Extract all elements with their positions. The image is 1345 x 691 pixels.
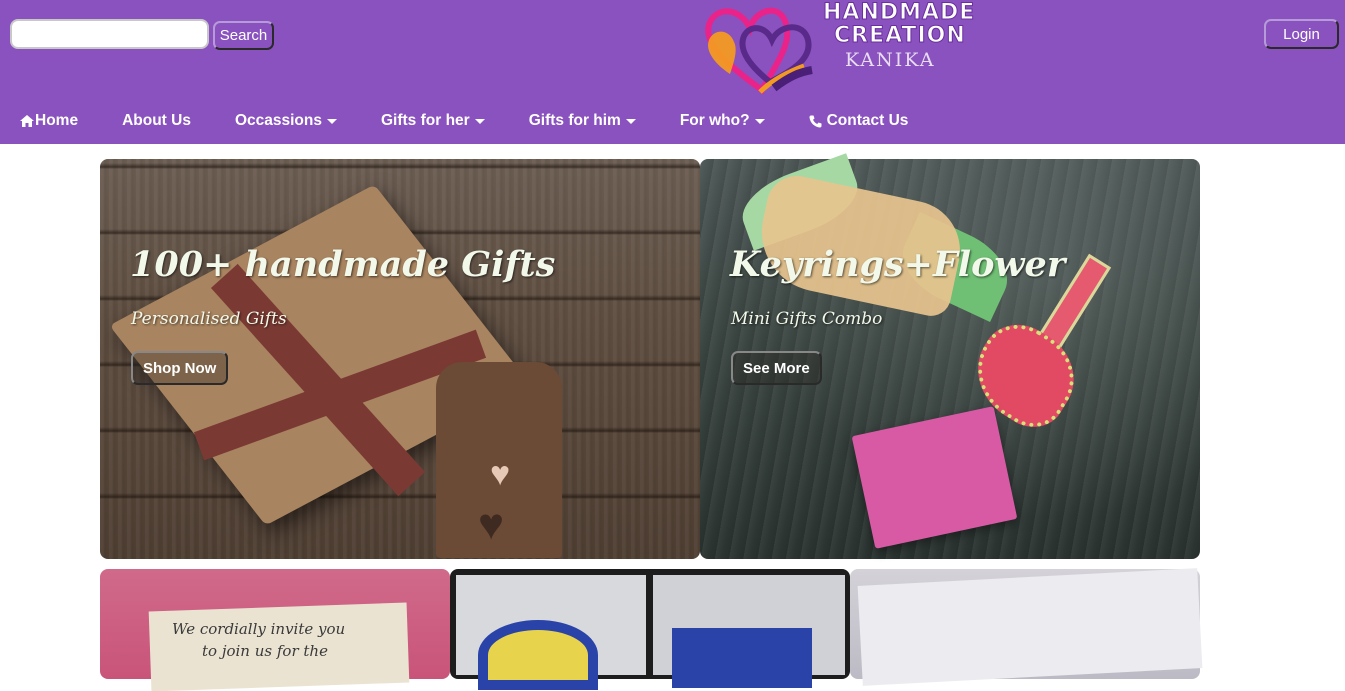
nav-item-label: Home — [35, 112, 79, 129]
nav-item-label: Contact Us — [826, 112, 909, 129]
chevron-down-icon — [474, 118, 485, 124]
search-button[interactable]: Search — [213, 21, 274, 50]
sketch-image — [857, 568, 1203, 686]
nav-item-gifts-for-him[interactable]: Gifts for him — [529, 112, 636, 130]
home-icon — [20, 115, 34, 127]
smiley-face-image — [478, 620, 598, 690]
login-button[interactable]: Login — [1264, 19, 1339, 49]
nav-item-for-who[interactable]: For who? — [680, 112, 765, 130]
heart-icon: ♥ — [478, 500, 505, 549]
smiley-face-image — [672, 628, 812, 688]
nav-item-contact[interactable]: Contact Us — [809, 112, 909, 130]
shop-now-button[interactable]: Shop Now — [131, 351, 229, 385]
invitation-line: to join us for the — [202, 642, 328, 660]
nav-item-label: Occassions — [234, 112, 322, 129]
hearts-logo-icon — [705, 7, 813, 95]
nav-item-label: About Us — [122, 112, 191, 129]
phone-icon — [809, 115, 822, 128]
nav-item-label: Gifts for him — [528, 112, 621, 129]
nav-item-gifts-for-her[interactable]: Gifts for her — [381, 112, 485, 130]
nav-item-label: Gifts for her — [381, 112, 470, 129]
brand-line2: CREATION — [834, 23, 966, 49]
nav-item-occasions[interactable]: Occassions — [235, 112, 337, 130]
nav-item-home[interactable]: Home — [20, 112, 78, 130]
chevron-down-icon — [625, 118, 636, 124]
see-more-button[interactable]: See More — [731, 351, 822, 385]
nav-item-label: For who? — [679, 112, 750, 129]
chevron-down-icon — [327, 118, 337, 124]
invitation-line: We cordially invite you — [172, 620, 346, 638]
search-input[interactable] — [10, 19, 209, 49]
slide-title: Keyrings+Flower — [730, 244, 1066, 285]
chevron-down-icon — [754, 118, 765, 124]
site-header: Search HANDMADE CREATION KANIKA Login Ho… — [0, 0, 1345, 144]
heart-icon: ♥ — [490, 455, 511, 493]
nav-item-about[interactable]: About Us — [122, 112, 191, 130]
slide-subtitle: Mini Gifts Combo — [731, 309, 883, 329]
brand-line1: HANDMADE — [822, 0, 976, 26]
site-logo[interactable]: HANDMADE CREATION KANIKA — [700, 0, 980, 96]
slide-subtitle: Personalised Gifts — [131, 309, 287, 329]
main-nav: Home About Us Occassions Gifts for her G… — [0, 103, 908, 139]
slide-title: 100+ handmade Gifts — [130, 244, 556, 285]
invitation-text: We cordially invite you to join us for t… — [172, 620, 345, 660]
brand-line3: KANIKA — [845, 49, 936, 71]
